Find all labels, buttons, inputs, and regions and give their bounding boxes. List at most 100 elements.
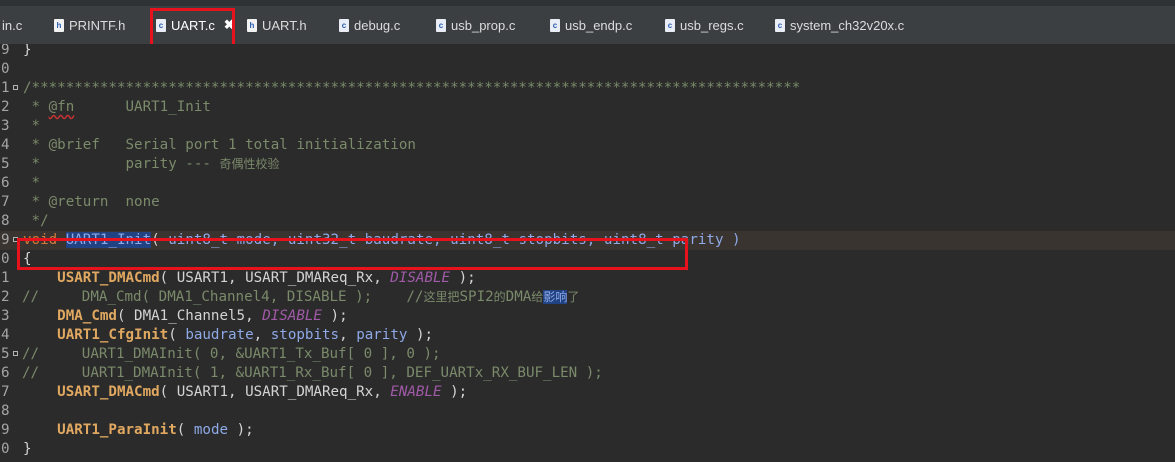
comment-text: * @brief Serial port 1 total initializat… (23, 137, 416, 153)
line-number: 5 (1, 156, 10, 172)
code-text: ); (228, 422, 254, 438)
tab-system-ch32v20x-c[interactable]: c system_ch32v20x.c (775, 14, 904, 36)
function-call: USART_DMACmd (57, 270, 160, 286)
line-number: 3 (1, 118, 10, 134)
code-line: 8 */ (0, 212, 1175, 231)
close-icon[interactable]: ✖ (224, 17, 235, 33)
tab-printf-h[interactable]: h PRINTF.h (54, 14, 125, 36)
param-text: mode, (228, 232, 288, 248)
tab-label: system_ch32v20x.c (790, 17, 905, 33)
code-line: 0 (0, 60, 1175, 79)
tab-label: in.c (2, 17, 23, 33)
code-text: } (23, 441, 32, 457)
doc-tag: @fn (48, 99, 75, 115)
line-number: 7 (1, 384, 10, 400)
line-number: 8 (1, 403, 10, 419)
tab-uart-c[interactable]: c UART.c ✖ (156, 14, 235, 36)
macro-constant: DISABLE (262, 308, 322, 324)
tab-uart-h[interactable]: h UART.h (247, 14, 307, 36)
function-call: UART1_ParaInit (57, 422, 177, 438)
code-text: ); (321, 308, 348, 324)
tab-usb-prop-c[interactable]: c usb_prop.c (436, 14, 515, 36)
param-ref: stopbits (270, 327, 340, 343)
code-text: ( (176, 422, 194, 438)
macro-constant: DISABLE (390, 270, 451, 286)
type-name: uint8_t (603, 232, 664, 248)
tab-label: debug.c (354, 17, 401, 33)
tab-label: PRINTF.h (69, 17, 126, 33)
selected-function-name[interactable]: UART1_Init (65, 232, 152, 248)
tab-label: usb_prop.c (451, 17, 516, 33)
comment-text: // UART1_DMAInit( 0, &UART1_Tx_Buf[ 0 ],… (22, 346, 441, 362)
function-call: USART_DMACmd (57, 384, 160, 400)
comment-text: DMA (505, 289, 532, 305)
fold-toggle-icon[interactable] (13, 85, 18, 90)
code-line: 7 * @return none (0, 193, 1175, 212)
code-line: 1 /*************************************… (0, 79, 1175, 98)
param-text: baudrate, (356, 232, 451, 248)
c-file-icon: c (550, 18, 560, 32)
fold-toggle-icon[interactable] (13, 237, 18, 242)
comment-text: 的 (493, 290, 506, 304)
c-file-icon: c (339, 18, 349, 32)
line-number: 4 (1, 327, 10, 343)
code-text: ( (151, 232, 169, 248)
c-file-icon: c (775, 18, 785, 32)
comment-text: * (23, 175, 41, 191)
comment-text: // UART1_DMAInit( 1, &UART1_Rx_Buf[ 0 ],… (22, 365, 603, 381)
line-number: 2 (1, 289, 10, 305)
fold-toggle-icon[interactable] (13, 351, 18, 356)
line-number: 0 (1, 61, 10, 77)
editor-tab-bar: in.c h PRINTF.h c UART.c ✖ h UART.h c de… (0, 0, 1175, 44)
line-number: 0 (1, 441, 10, 457)
code-line: 8 (0, 402, 1175, 421)
function-call: DMA_Cmd (57, 308, 117, 324)
code-editor[interactable]: 9 } 0 1 /*******************************… (0, 44, 1175, 462)
type-name: uint32_t (287, 232, 357, 248)
c-file-icon: c (156, 18, 166, 32)
line-number: 9 (1, 44, 10, 58)
tab-label: UART.c (171, 17, 215, 33)
param-text: stopbits, (509, 232, 604, 248)
macro-constant: ENABLE (390, 384, 442, 400)
code-line: 3 DMA_Cmd( DMA1_Channel5, DISABLE ); (0, 307, 1175, 326)
line-number: 9 (1, 422, 10, 438)
code-line: 9 } (0, 44, 1175, 60)
code-text: , (339, 327, 357, 343)
tab-usb-endp-c[interactable]: c usb_endp.c (550, 14, 632, 36)
comment-text: 这里把 (423, 290, 460, 304)
param-ref: parity (356, 327, 408, 343)
tab-main-c[interactable]: in.c (2, 14, 22, 36)
comment-text: * (23, 99, 49, 115)
comment-text: // DMA_Cmd( DMA1_Channel4, DISABLE ); // (22, 289, 424, 305)
line-number: 3 (1, 308, 10, 324)
line-number: 1 (1, 270, 10, 286)
code-text: ); (441, 384, 468, 400)
code-text: ( USART1, USART_DMAReq_Rx, (159, 384, 391, 400)
code-line: 4 * @brief Serial port 1 total initializ… (0, 136, 1175, 155)
param-ref: baudrate (185, 327, 254, 343)
type-name: uint8_t (168, 232, 229, 248)
param-text: parity ) (663, 232, 741, 248)
tab-usb-regs-c[interactable]: c usb_regs.c (665, 14, 744, 36)
tab-debug-c[interactable]: c debug.c (339, 14, 400, 36)
code-text: ( DMA1_Channel5, (116, 308, 263, 324)
comment-text: * (23, 118, 41, 134)
code-line: 5 * parity --- 奇偶性校验 (0, 155, 1175, 174)
code-text: ( (168, 327, 186, 343)
line-number: 8 (1, 213, 10, 229)
current-line: 9 void UART1_Init( uint8_t mode, uint32_… (0, 231, 1175, 250)
comment-text: * @return none (23, 194, 160, 210)
code-line: 6 * (0, 174, 1175, 193)
top-strip (0, 0, 1175, 6)
comment-text: 了 (567, 290, 580, 304)
line-number: 6 (1, 365, 10, 381)
comment-text: * parity --- (23, 156, 220, 172)
comment-text: UART1_Init (74, 99, 211, 115)
code-text: ); (407, 327, 434, 343)
line-number: 2 (1, 99, 10, 115)
